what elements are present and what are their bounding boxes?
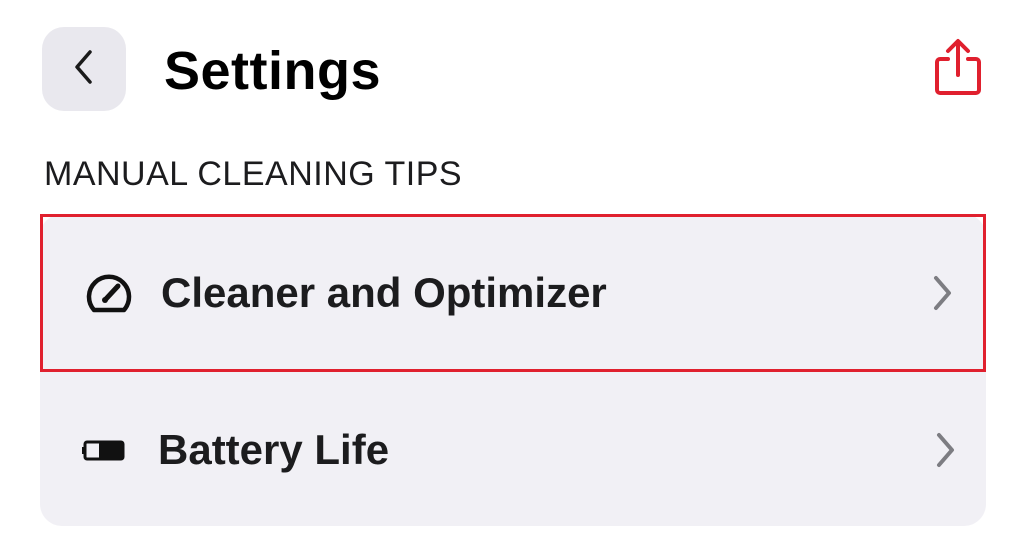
list-item-label: Cleaner and Optimizer	[161, 269, 607, 316]
back-button[interactable]	[42, 27, 126, 111]
chevron-right-icon	[930, 428, 960, 472]
settings-list: Cleaner and Optimizer Battery Life	[40, 214, 986, 526]
battery-icon	[80, 424, 132, 476]
list-item-cleaner-and-optimizer[interactable]: Cleaner and Optimizer	[40, 214, 986, 372]
share-button[interactable]	[930, 38, 986, 100]
chevron-right-icon	[927, 271, 957, 315]
section-header: MANUAL CLEANING TIPS	[44, 155, 463, 193]
list-item-label: Battery Life	[158, 426, 390, 473]
list-item-battery-life[interactable]: Battery Life	[40, 372, 986, 528]
chevron-left-icon	[71, 47, 97, 92]
speedometer-icon	[83, 267, 135, 319]
share-icon	[932, 37, 984, 102]
page-title: Settings	[164, 41, 382, 101]
